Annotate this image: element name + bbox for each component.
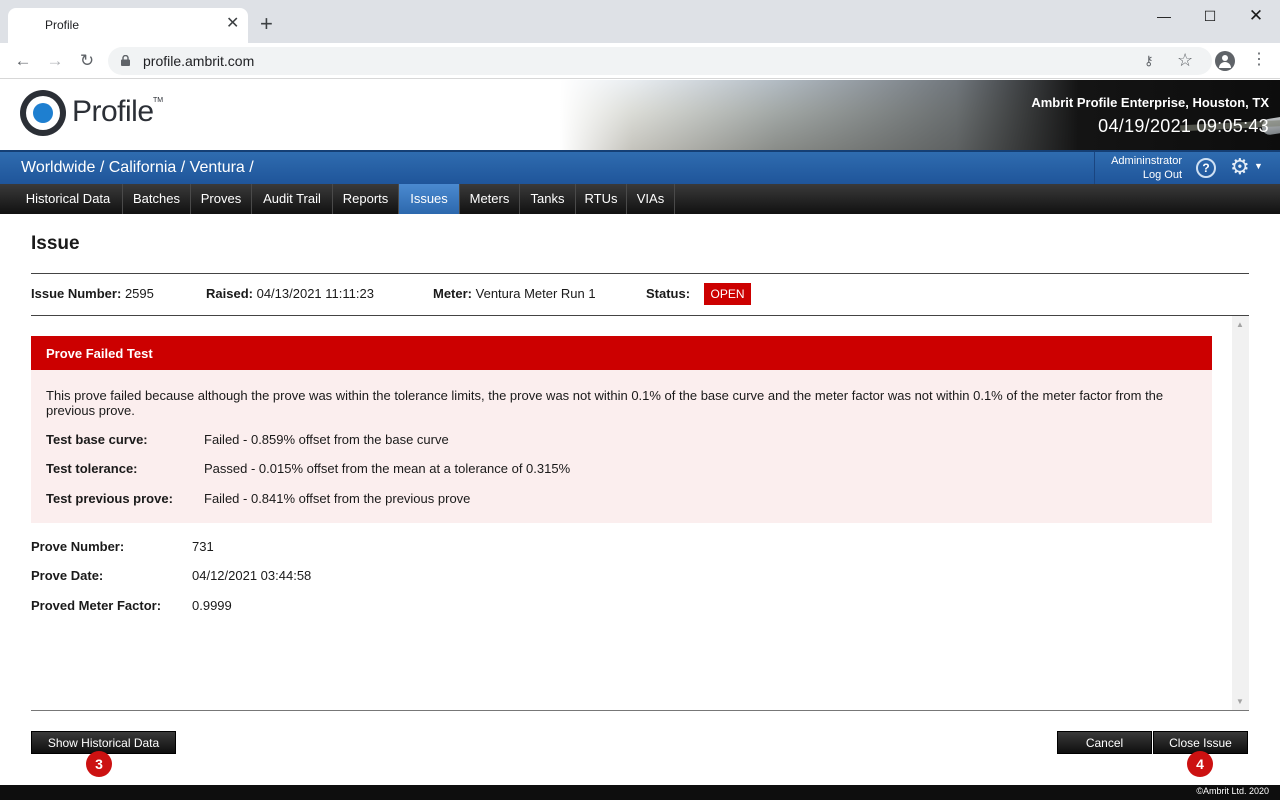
window-close-icon[interactable]: ✕ [1233, 6, 1279, 26]
browser-toolbar: ← → ↻ profile.ambrit.com ⚷ ☆ [0, 43, 1280, 79]
breadcrumb[interactable]: Worldwide / California / Ventura / [21, 159, 254, 177]
issue-raised-label: Raised: [206, 286, 253, 301]
callout-marker: 3 [86, 751, 112, 777]
meter-factor-value: 0.9999 [192, 598, 232, 613]
window-minimize-icon[interactable]: — [1141, 6, 1187, 26]
forward-icon[interactable]: → [44, 50, 66, 72]
test-label: Test base curve: [46, 432, 148, 447]
test-value: Failed - 0.859% offset from the base cur… [204, 432, 449, 447]
tab-title: Profile [45, 18, 80, 32]
lock-icon [121, 55, 130, 66]
menu-item-reports[interactable]: Reports [333, 184, 399, 214]
tab-close-icon[interactable]: ✕ [226, 15, 239, 33]
star-icon[interactable]: ☆ [1177, 50, 1193, 71]
test-value: Passed - 0.015% offset from the mean at … [204, 461, 571, 476]
prove-number-value: 731 [192, 539, 214, 554]
test-label: Test previous prove: [46, 491, 173, 506]
alert-header: Prove Failed Test [31, 336, 1212, 370]
logo-text: Profile [72, 95, 154, 128]
page-title: Issue [31, 233, 80, 254]
browser-menu-icon[interactable]: ⋮ [1251, 50, 1267, 70]
logo-trademark: TM [153, 97, 164, 104]
main-menu: Historical Data Batches Proves Audit Tra… [0, 184, 1280, 214]
new-tab-icon[interactable]: + [260, 13, 273, 35]
menu-item-historical-data[interactable]: Historical Data [14, 184, 123, 214]
browser-tab-strip: Profile ✕ + — ☐ ✕ [0, 0, 1280, 43]
prove-number-label: Prove Number: [31, 539, 125, 554]
user-name: Admininstrator [1111, 155, 1182, 167]
alert-body: This prove failed because although the p… [31, 370, 1212, 523]
menu-item-batches[interactable]: Batches [123, 184, 191, 214]
scroll-up-icon[interactable]: ▲ [1236, 320, 1244, 329]
issue-number: Issue Number: 2595 [31, 286, 154, 301]
chevron-down-icon[interactable]: ▼ [1254, 161, 1263, 171]
footer: ©Ambrit Ltd. 2020 [0, 785, 1280, 800]
breadcrumb-bar: Worldwide / California / Ventura / Admin… [0, 150, 1280, 184]
issue-meter: Meter: Ventura Meter Run 1 [433, 286, 596, 301]
account-icon[interactable] [1215, 51, 1235, 71]
menu-item-tanks[interactable]: Tanks [520, 184, 576, 214]
user-block: Admininstrator Log Out [1094, 152, 1188, 184]
test-value: Failed - 0.841% offset from the previous… [204, 491, 471, 506]
app-header: Profile TM Ambrit Profile Enterprise, Ho… [0, 70, 1280, 150]
prove-date-value: 04/12/2021 03:44:58 [192, 568, 312, 583]
issue-raised: Raised: 04/13/2021 11:11:23 [206, 286, 374, 301]
issue-meter-label: Meter: [433, 286, 473, 301]
issue-number-label: Issue Number: [31, 286, 122, 301]
vertical-scrollbar[interactable]: ▲ ▼ [1232, 316, 1249, 710]
issue-status-label: Status: [646, 286, 691, 301]
divider [31, 273, 1249, 274]
address-bar[interactable]: profile.ambrit.com ⚷ ☆ [108, 47, 1212, 75]
scroll-down-icon[interactable]: ▼ [1236, 697, 1244, 706]
divider [31, 710, 1249, 711]
browser-tab[interactable]: Profile ✕ [8, 8, 248, 43]
show-historical-data-button[interactable]: Show Historical Data [31, 731, 176, 754]
test-label: Test tolerance: [46, 461, 138, 476]
header-banner-image [560, 70, 1280, 150]
logout-link[interactable]: Log Out [1143, 169, 1182, 181]
issue-status: Status: [646, 286, 690, 301]
issue-meter-value: Ventura Meter Run 1 [475, 286, 596, 301]
alert-description: This prove failed because although the p… [46, 388, 1164, 418]
callout-marker: 4 [1187, 751, 1213, 777]
copyright: ©Ambrit Ltd. 2020 [1196, 786, 1269, 796]
key-icon[interactable]: ⚷ [1144, 53, 1154, 69]
alert-title: Prove Failed Test [46, 346, 153, 361]
company-name: Ambrit Profile Enterprise, Houston, TX [1031, 95, 1269, 110]
prove-date-label: Prove Date: [31, 568, 104, 583]
issue-number-value: 2595 [124, 286, 154, 301]
reload-icon[interactable]: ↻ [76, 50, 98, 72]
issue-raised-value: 04/13/2021 11:11:23 [256, 286, 374, 301]
back-icon[interactable]: ← [12, 50, 34, 72]
menu-item-vias[interactable]: VIAs [627, 184, 675, 214]
menu-item-meters[interactable]: Meters [460, 184, 520, 214]
issue-detail-panel: Prove Failed Test This prove failed beca… [31, 316, 1249, 710]
menu-item-issues[interactable]: Issues [399, 184, 460, 214]
menu-item-rtus[interactable]: RTUs [576, 184, 627, 214]
help-icon[interactable]: ? [1196, 158, 1216, 178]
window-maximize-icon[interactable]: ☐ [1187, 6, 1233, 26]
menu-item-proves[interactable]: Proves [191, 184, 252, 214]
meter-factor-label: Proved Meter Factor: [31, 598, 162, 613]
gear-icon[interactable]: ⚙ [1230, 155, 1250, 179]
status-badge: OPEN [704, 283, 751, 305]
url-text: profile.ambrit.com [143, 53, 255, 69]
header-datetime: 04/19/2021 09:05:43 [1098, 116, 1269, 136]
profile-logo-icon [20, 90, 66, 136]
menu-item-audit-trail[interactable]: Audit Trail [252, 184, 333, 214]
cancel-button[interactable]: Cancel [1057, 731, 1152, 754]
